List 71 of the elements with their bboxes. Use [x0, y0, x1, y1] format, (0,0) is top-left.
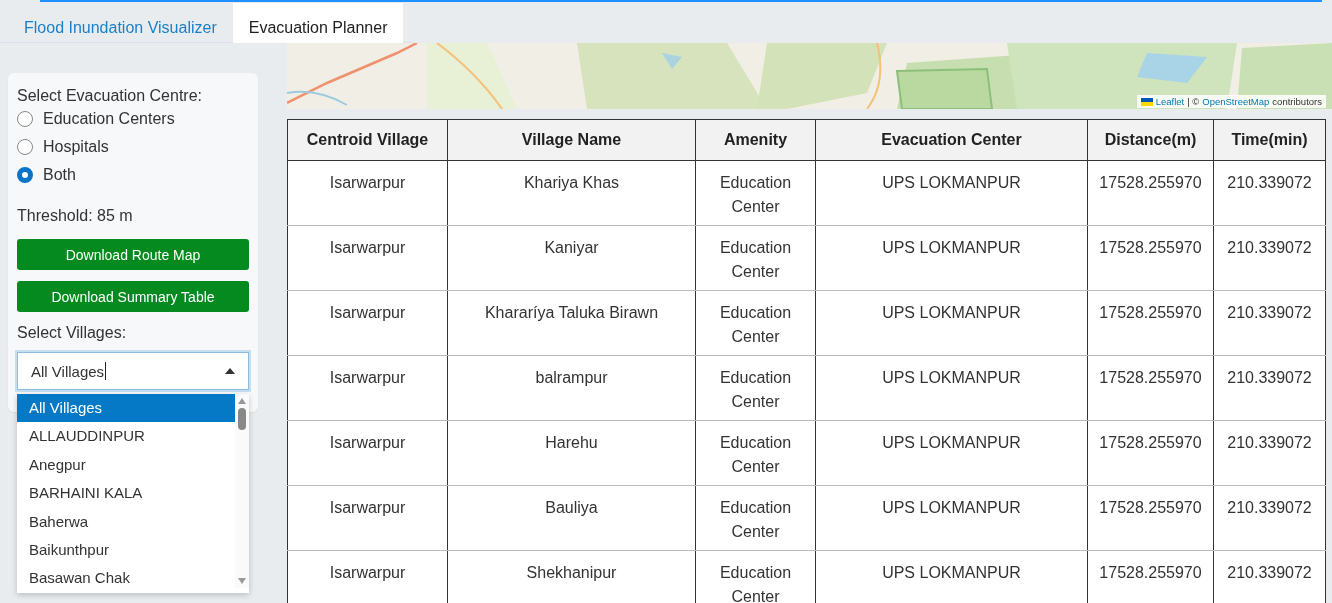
table-cell: Education Center [695, 225, 816, 291]
table-cell: 17528.255970 [1087, 355, 1214, 421]
table-cell: UPS LOKMANPUR [815, 355, 1088, 421]
table-cell: Education Center [695, 355, 816, 421]
table-cell: Isarwarpur [287, 420, 448, 486]
table-cell: UPS LOKMANPUR [815, 420, 1088, 486]
flag-icon [1140, 97, 1153, 106]
dropdown-option[interactable]: Baikunthpur [17, 535, 235, 565]
table-cell: Isarwarpur [287, 550, 448, 603]
scrollbar[interactable] [235, 394, 249, 588]
column-header: Amenity [695, 119, 816, 161]
column-header: Time(min) [1213, 119, 1326, 161]
dropdown-option[interactable]: BARHAINI KALA [17, 479, 235, 508]
table-cell: Education Center [695, 290, 816, 356]
table-cell: 210.339072 [1213, 420, 1326, 486]
table-cell: Khararíya Taluka Birawn [447, 290, 696, 356]
centre-label: Select Evacuation Centre: [17, 87, 203, 105]
radio-option[interactable]: Education Centers [17, 105, 249, 133]
table-cell: Education Center [695, 420, 816, 486]
download-button[interactable]: Download Summary Table [17, 281, 249, 312]
caret-icon [225, 368, 235, 374]
table-cell: balrampur [447, 355, 696, 421]
column-header: Distance(m) [1087, 119, 1214, 161]
table-cell: UPS LOKMANPUR [815, 290, 1088, 356]
threshold-text: Threshold: 85 m [17, 207, 134, 225]
table-cell: 210.339072 [1213, 355, 1326, 421]
radio-button[interactable] [17, 111, 33, 127]
leaflet-link[interactable]: Leaflet [1155, 96, 1185, 107]
table-cell: UPS LOKMANPUR [815, 160, 1088, 226]
download-button[interactable]: Download Route Map [17, 239, 249, 270]
table-cell: 17528.255970 [1087, 290, 1214, 356]
table-cell: Isarwarpur [287, 485, 448, 551]
radio-option[interactable]: Hospitals [17, 133, 249, 161]
table-cell: UPS LOKMANPUR [815, 225, 1088, 291]
column-header: Centroid Village [287, 119, 448, 161]
attribution-text: contributors [1272, 96, 1322, 107]
table-cell: 17528.255970 [1087, 225, 1214, 291]
dropdown-option[interactable]: Basawan Chak [17, 564, 235, 593]
attribution-separator: | © [1187, 96, 1200, 107]
table-cell: Isarwarpur [287, 290, 448, 356]
table-cell: Kaniyar [447, 225, 696, 291]
table-cell: Isarwarpur [287, 225, 448, 291]
villages-label: Select Villages: [17, 324, 128, 342]
table-cell: 17528.255970 [1087, 160, 1214, 226]
table-cell: 17528.255970 [1087, 485, 1214, 551]
column-header: Evacuation Center [815, 119, 1088, 161]
table-cell: 210.339072 [1213, 225, 1326, 291]
radio-option[interactable]: Both [17, 161, 249, 189]
radio-button[interactable] [17, 167, 33, 183]
table-cell: Education Center [695, 160, 816, 226]
table-cell: 210.339072 [1213, 160, 1326, 226]
table-cell: Education Center [695, 485, 816, 551]
table-cell: Isarwarpur [287, 355, 448, 421]
table-cell: Harehu [447, 420, 696, 486]
tab[interactable]: Flood Inundation Visualizer [8, 3, 233, 43]
dropdown-option[interactable]: All Villages [17, 394, 235, 423]
dropdown-option[interactable]: ALLAUDDINPUR [17, 422, 235, 451]
dropdown-option[interactable]: Anegpur [17, 450, 235, 480]
openstreetmap-link[interactable]: OpenStreetMap [1202, 96, 1270, 107]
radio-button[interactable] [17, 139, 33, 155]
table-cell: 17528.255970 [1087, 420, 1214, 486]
table-cell: Isarwarpur [287, 160, 448, 226]
table-cell: Bauliya [447, 485, 696, 551]
column-header: Village Name [447, 119, 696, 161]
village-select[interactable]: All Villages [17, 352, 249, 390]
table-cell: UPS LOKMANPUR [815, 485, 1088, 551]
table-cell: 210.339072 [1213, 485, 1326, 551]
dropdown-option[interactable]: Baherwa [17, 507, 235, 536]
table-cell: 210.339072 [1213, 290, 1326, 356]
tab[interactable]: Evacuation Planner [232, 3, 404, 43]
table-cell: Khariya Khas [447, 160, 696, 226]
